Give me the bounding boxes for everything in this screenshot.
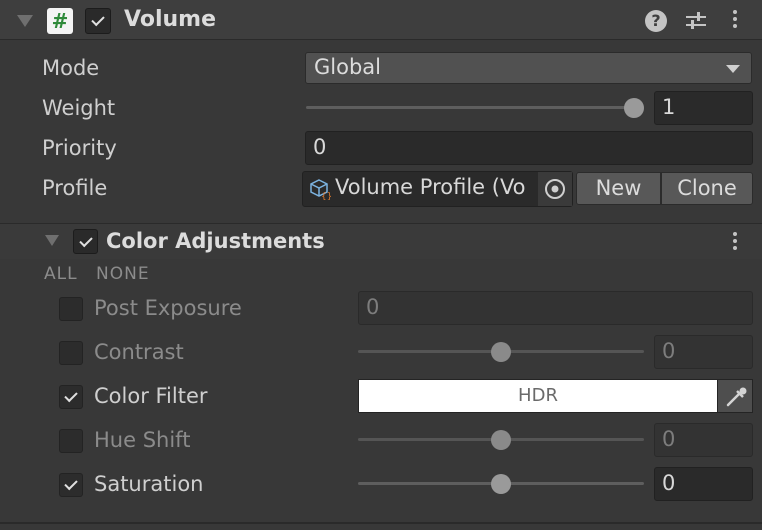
saturation-override-checkbox[interactable] <box>59 473 83 497</box>
kebab-menu-icon[interactable] <box>732 10 738 31</box>
weight-slider-track[interactable] <box>306 106 636 109</box>
hue-shift-override-checkbox[interactable] <box>59 429 83 453</box>
triangle-down-icon[interactable] <box>45 235 59 246</box>
profile-value: Volume Profile (Vo <box>335 175 526 199</box>
saturation-label: Saturation <box>94 472 204 496</box>
saturation-slider-knob[interactable] <box>491 474 511 494</box>
none-toggle-link[interactable]: NONE <box>96 264 150 284</box>
saturation-input[interactable]: 0 <box>654 467 753 501</box>
contrast-slider-knob[interactable] <box>491 342 511 362</box>
checkmark-icon <box>91 12 105 27</box>
clone-profile-button[interactable]: Clone <box>661 172 753 205</box>
weight-input[interactable]: 1 <box>654 91 753 125</box>
mode-label: Mode <box>42 56 100 80</box>
color-filter-label: Color Filter <box>94 384 208 408</box>
color-filter-override-checkbox[interactable] <box>59 385 83 409</box>
object-picker-button[interactable] <box>537 172 572 206</box>
post-exposure-override-checkbox[interactable] <box>59 297 83 321</box>
mode-value: Global <box>314 55 381 79</box>
weight-label: Weight <box>42 96 116 120</box>
presets-icon[interactable] <box>684 9 708 33</box>
divider <box>0 522 762 524</box>
profile-object-field[interactable]: Volume Profile (Vo <box>302 171 573 207</box>
volume-profile-asset-icon: {} <box>309 178 332 202</box>
checkmark-icon <box>64 388 78 403</box>
contrast-input[interactable]: 0 <box>654 335 753 369</box>
chevron-down-icon <box>726 65 740 73</box>
contrast-label: Contrast <box>94 340 184 364</box>
help-icon[interactable]: ? <box>645 10 667 32</box>
checkmark-icon <box>79 233 93 248</box>
script-icon: # <box>47 8 73 34</box>
profile-label: Profile <box>42 176 108 200</box>
post-exposure-label: Post Exposure <box>94 296 242 320</box>
mode-dropdown[interactable]: Global <box>305 52 752 84</box>
weight-slider-knob[interactable] <box>624 98 644 118</box>
kebab-menu-icon[interactable] <box>732 232 738 253</box>
hue-shift-input[interactable]: 0 <box>654 423 753 457</box>
all-toggle-link[interactable]: ALL <box>44 264 78 284</box>
hue-shift-slider-knob[interactable] <box>491 430 511 450</box>
component-title: Volume <box>124 7 216 32</box>
priority-label: Priority <box>42 136 117 160</box>
new-profile-button[interactable]: New <box>576 172 661 205</box>
checkmark-icon <box>64 476 78 491</box>
contrast-override-checkbox[interactable] <box>59 341 83 365</box>
triangle-down-icon[interactable] <box>17 15 33 27</box>
override-enabled-checkbox[interactable] <box>73 229 98 254</box>
svg-text:{}: {} <box>321 192 331 200</box>
color-filter-swatch[interactable]: HDR <box>358 379 718 413</box>
priority-input[interactable]: 0 <box>305 131 753 165</box>
hue-shift-label: Hue Shift <box>94 428 191 452</box>
component-enabled-checkbox[interactable] <box>85 8 111 34</box>
eyedropper-icon <box>726 387 747 407</box>
target-icon <box>545 179 565 199</box>
post-exposure-input[interactable]: 0 <box>358 291 753 325</box>
eyedropper-button[interactable] <box>717 379 753 413</box>
override-title: Color Adjustments <box>106 229 325 253</box>
